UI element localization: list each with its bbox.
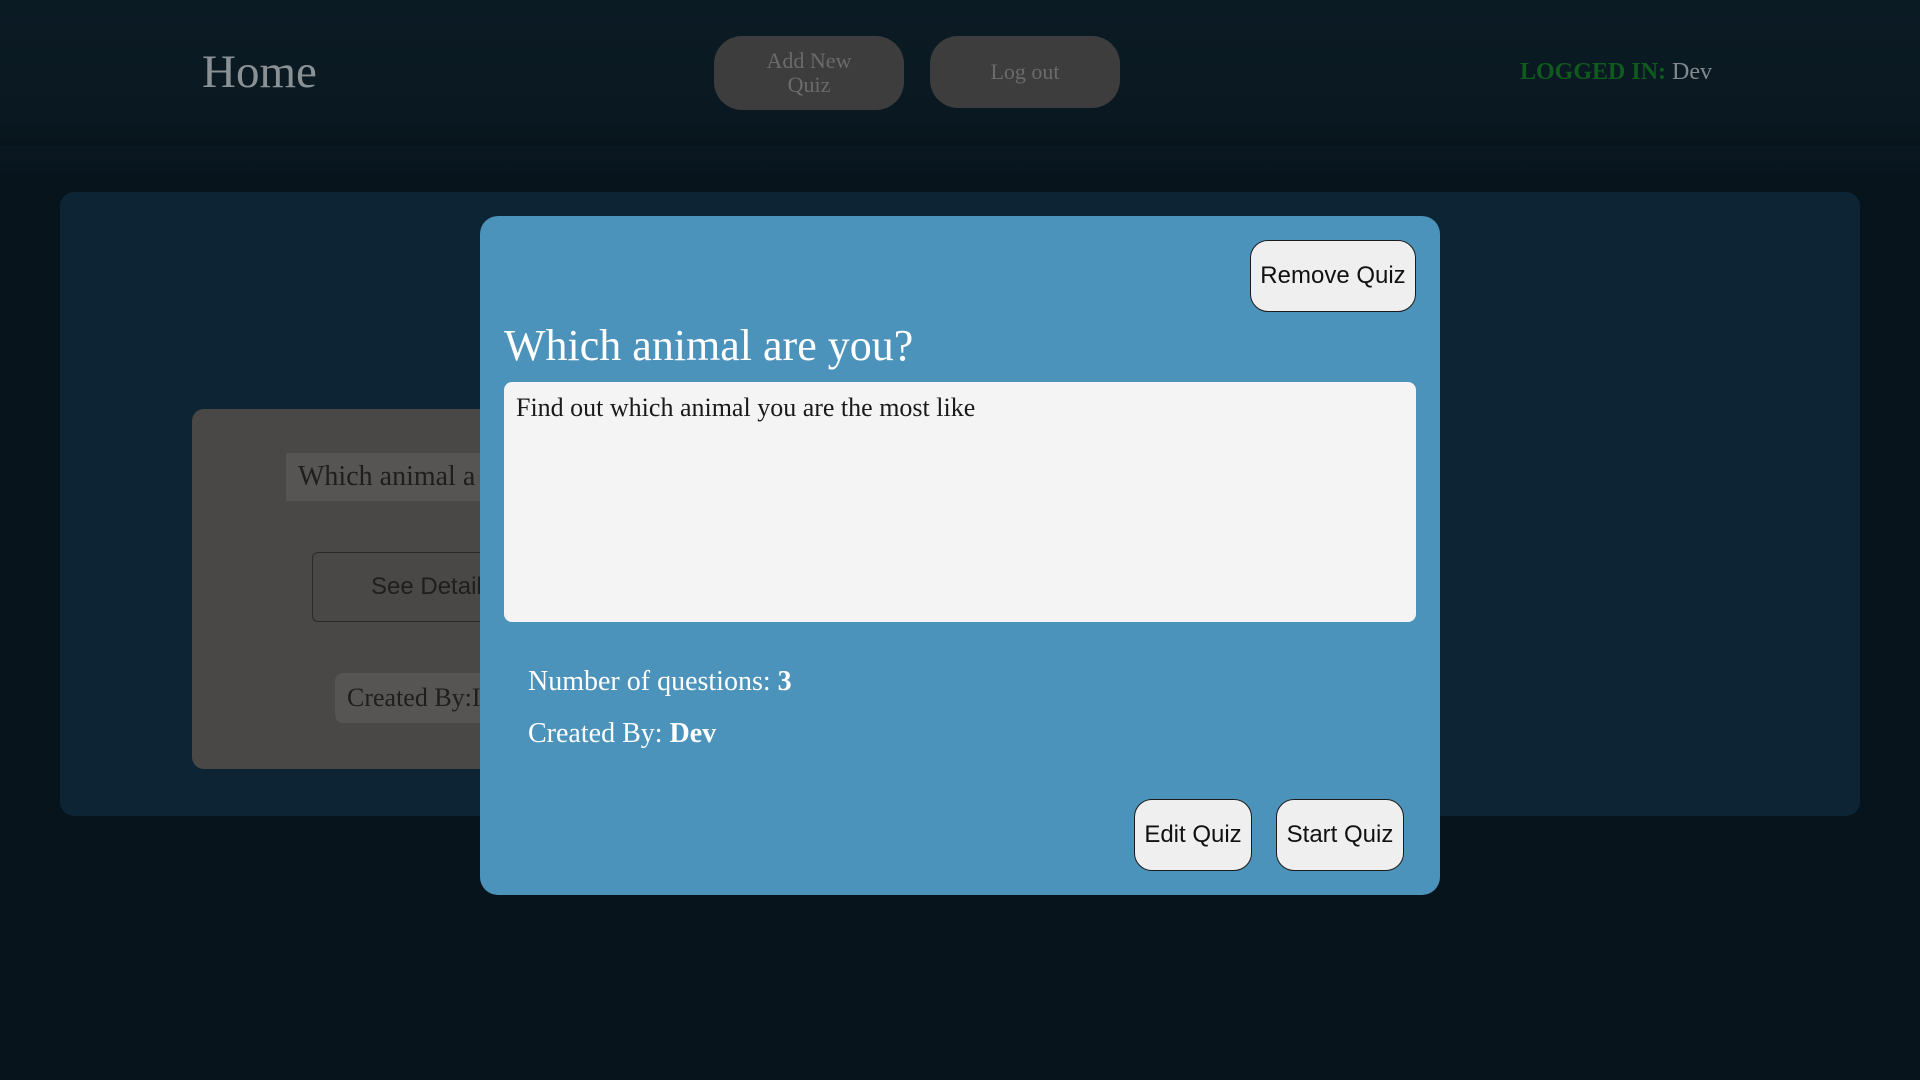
home-title[interactable]: Home <box>202 44 317 100</box>
start-quiz-button[interactable]: Start Quiz <box>1276 799 1404 871</box>
logout-button[interactable]: Log out <box>930 36 1120 108</box>
logged-in-user: Dev <box>1672 59 1712 85</box>
created-by-value: Dev <box>669 718 717 749</box>
created-by: Created By: Dev <box>528 717 716 751</box>
remove-quiz-button[interactable]: Remove Quiz <box>1250 240 1416 312</box>
quiz-card: Which animal a See Detail Created By:I <box>192 409 522 769</box>
quiz-card-created-by: Created By:I <box>335 673 493 723</box>
logged-in-label: LOGGED IN: <box>1520 59 1667 85</box>
edit-quiz-button[interactable]: Edit Quiz <box>1134 799 1252 871</box>
quiz-details-modal: Remove Quiz Which animal are you? Find o… <box>480 216 1440 895</box>
top-nav: Home Add New Quiz Log out LOGGED IN: Dev <box>0 0 1920 145</box>
question-count-value: 3 <box>777 666 792 697</box>
modal-quiz-title: Which animal are you? <box>504 321 914 370</box>
page: Home Add New Quiz Log out LOGGED IN: Dev… <box>0 0 1920 1080</box>
question-count: Number of questions: 3 <box>528 665 792 699</box>
logged-in-status: LOGGED IN: Dev <box>1520 58 1712 86</box>
add-new-quiz-button[interactable]: Add New Quiz <box>714 36 904 110</box>
quiz-card-title: Which animal a <box>286 453 488 501</box>
question-count-label: Number of questions: <box>528 666 771 697</box>
created-by-label: Created By: <box>528 718 663 749</box>
quiz-description: Find out which animal you are the most l… <box>504 382 1416 622</box>
